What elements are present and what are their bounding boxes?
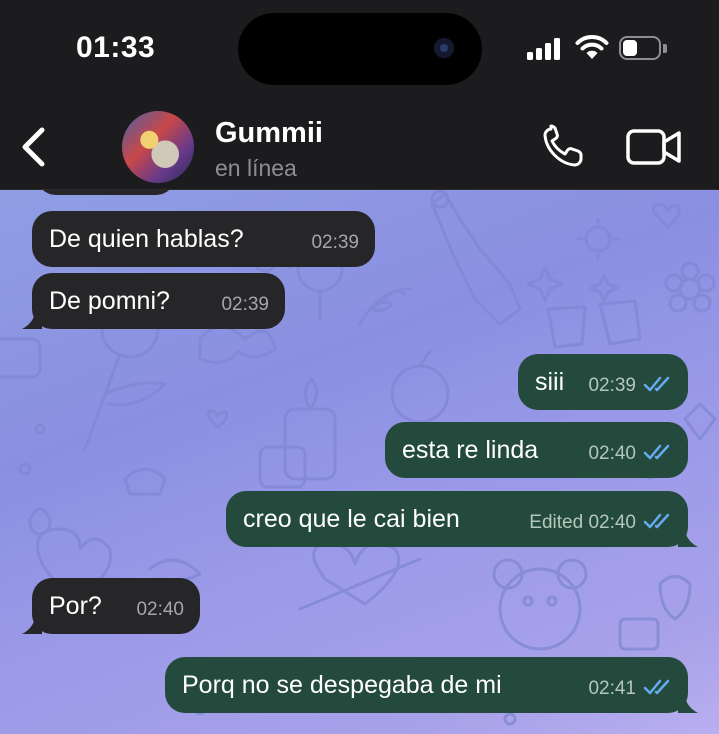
contact-status: en línea	[215, 155, 297, 181]
bubble-tail	[678, 693, 698, 713]
contact-avatar[interactable]	[122, 111, 194, 183]
read-receipt-icon	[643, 679, 670, 695]
message-text: De pomni?	[49, 287, 170, 315]
read-receipt-icon	[643, 376, 670, 392]
message-bubble-incoming[interactable]: De quien hablas? 02:39	[32, 211, 375, 267]
message-text: esta re linda	[402, 436, 539, 464]
message-bubble-outgoing[interactable]: esta re linda 02:40	[385, 422, 688, 478]
phone-icon[interactable]	[540, 124, 586, 170]
chevron-left-icon[interactable]	[16, 126, 52, 168]
bubble-tail	[678, 527, 698, 547]
message-bubble-incoming[interactable]: Por? 02:40	[32, 578, 200, 634]
message-bubble-outgoing[interactable]: siii 02:39	[518, 354, 688, 410]
message-text: Porq no se despegaba de mi	[182, 671, 502, 699]
message-time: 02:41	[588, 678, 636, 699]
message-text: creo que le cai bien	[243, 505, 460, 533]
contact-name[interactable]: Gummii	[215, 117, 323, 150]
battery-icon	[619, 36, 667, 62]
chat-header: Gummii en línea	[0, 100, 719, 190]
message-bubble-incoming[interactable]: De pomni? 02:39	[32, 273, 285, 329]
message-time: 02:39	[311, 232, 359, 253]
message-text: siii	[535, 368, 565, 396]
message-time: 02:39	[588, 375, 636, 396]
message-time: 02:39	[221, 294, 269, 315]
message-time: 02:40	[588, 443, 636, 464]
status-bar: 01:33	[0, 0, 719, 100]
bubble-tail	[22, 614, 42, 634]
wifi-icon	[575, 35, 609, 59]
message-time: 02:40	[136, 599, 184, 620]
bubble-tail	[22, 309, 42, 329]
front-camera-icon	[434, 38, 454, 58]
status-time: 01:33	[76, 31, 156, 64]
message-text: De quien hablas?	[49, 225, 244, 253]
chat-area[interactable]: De quien hablas? 02:39 De pomni? 02:39 s…	[0, 189, 719, 734]
message-bubble-outgoing[interactable]: creo que le cai bien Edited 02:40	[226, 491, 688, 547]
message-bubble-outgoing[interactable]: Porq no se despegaba de mi 02:41	[165, 657, 688, 713]
read-receipt-icon	[643, 513, 670, 529]
video-camera-icon[interactable]	[626, 128, 682, 166]
message-time: Edited 02:40	[529, 512, 636, 533]
message-text: Por?	[49, 592, 102, 620]
read-receipt-icon	[643, 444, 670, 460]
cellular-signal-icon	[527, 36, 565, 60]
